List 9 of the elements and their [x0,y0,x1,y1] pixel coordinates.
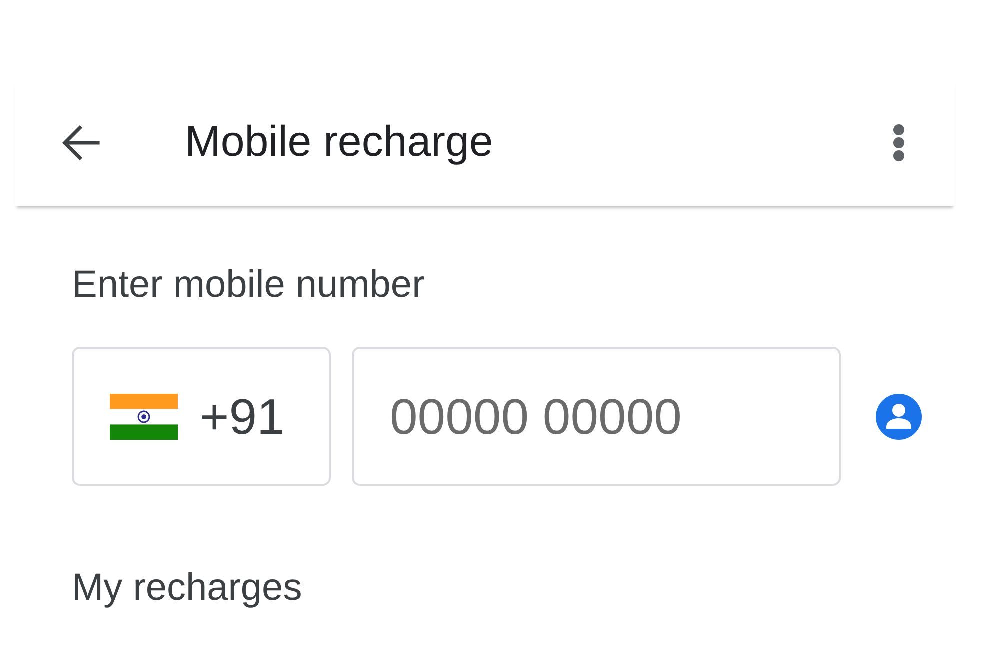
flag-icon [110,394,178,440]
contact-icon[interactable] [876,394,922,440]
back-arrow-icon[interactable] [62,125,100,161]
country-code-selector[interactable]: +91 [72,347,331,486]
section-heading: My recharges [72,566,304,611]
section-heading: Enter mobile number [72,263,426,308]
phone-number-field[interactable]: 00000 00000 [352,347,841,486]
more-options-icon[interactable] [892,124,906,162]
screen-title: Mobile recharge [185,117,494,168]
